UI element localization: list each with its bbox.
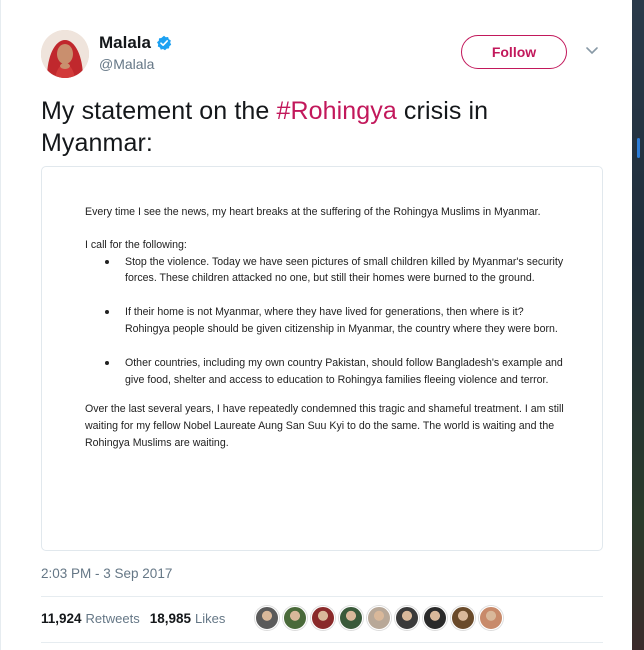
background-edge <box>632 0 644 650</box>
tweet-header: Malala @Malala Follow <box>1 0 633 90</box>
likes-label: Likes <box>195 611 226 626</box>
liker-avatar[interactable] <box>479 606 503 630</box>
likes-count: 18,985 <box>149 611 192 626</box>
statement-point-text: If their home is not Myanmar, where they… <box>125 306 558 335</box>
attached-statement-image[interactable]: Every time I see the news, my heart brea… <box>41 166 603 551</box>
tweet-stats: 11,924 Retweets 18,985 Likes <box>41 611 235 626</box>
statement-call: I call for the following: <box>85 238 187 251</box>
chevron-down-icon[interactable] <box>585 46 599 56</box>
retweets-stat[interactable]: 11,924 Retweets <box>41 611 140 626</box>
liker-avatar[interactable] <box>255 606 279 630</box>
user-name[interactable]: Malala <box>99 33 151 53</box>
liker-avatar[interactable] <box>283 606 307 630</box>
avatar-image <box>41 30 89 78</box>
liker-avatar[interactable] <box>339 606 363 630</box>
bullet-icon <box>105 310 109 315</box>
likes-stat[interactable]: 18,985 Likes <box>150 611 226 626</box>
scroll-indicator <box>637 138 640 158</box>
tweet-timestamp[interactable]: 2:03 PM - 3 Sep 2017 <box>41 566 172 581</box>
follow-button[interactable]: Follow <box>461 35 567 69</box>
divider <box>41 596 603 597</box>
liker-avatar[interactable] <box>451 606 475 630</box>
divider <box>41 642 603 643</box>
statement-closing: Over the last several years, I have repe… <box>85 403 564 449</box>
liker-avatar[interactable] <box>311 606 335 630</box>
tweet-card: Malala @Malala Follow My statement on th… <box>0 0 632 650</box>
statement-point-text: Stop the violence. Today we have seen pi… <box>125 255 564 285</box>
statement-intro: Every time I see the news, my heart brea… <box>85 206 541 218</box>
retweets-count: 11,924 <box>41 611 82 626</box>
user-avatar[interactable] <box>41 30 89 78</box>
tweet-text: My statement on the #Rohingya crisis in … <box>41 95 601 159</box>
verified-badge-icon <box>156 35 172 51</box>
hashtag-link[interactable]: #Rohingya <box>276 97 396 125</box>
statement-points: Stop the violence. Today we have seen pi… <box>85 254 565 389</box>
liker-avatar[interactable] <box>367 606 391 630</box>
statement-point: If their home is not Myanmar, where they… <box>85 304 565 338</box>
statement-point: Stop the violence. Today we have seen pi… <box>85 254 565 288</box>
statement-point: Other countries, including my own countr… <box>85 355 565 389</box>
statement-text: Every time I see the news, my heart brea… <box>85 204 565 452</box>
user-name-row[interactable]: Malala <box>99 33 172 53</box>
retweets-label: Retweets <box>85 611 140 626</box>
liker-avatar[interactable] <box>395 606 419 630</box>
user-handle[interactable]: @Malala <box>99 56 154 72</box>
liker-avatar[interactable] <box>423 606 447 630</box>
tweet-text-before: My statement on the <box>41 97 277 125</box>
liker-avatars <box>255 606 507 632</box>
statement-point-text: Other countries, including my own countr… <box>125 356 563 386</box>
bullet-icon <box>105 360 109 365</box>
bullet-icon <box>105 259 109 264</box>
